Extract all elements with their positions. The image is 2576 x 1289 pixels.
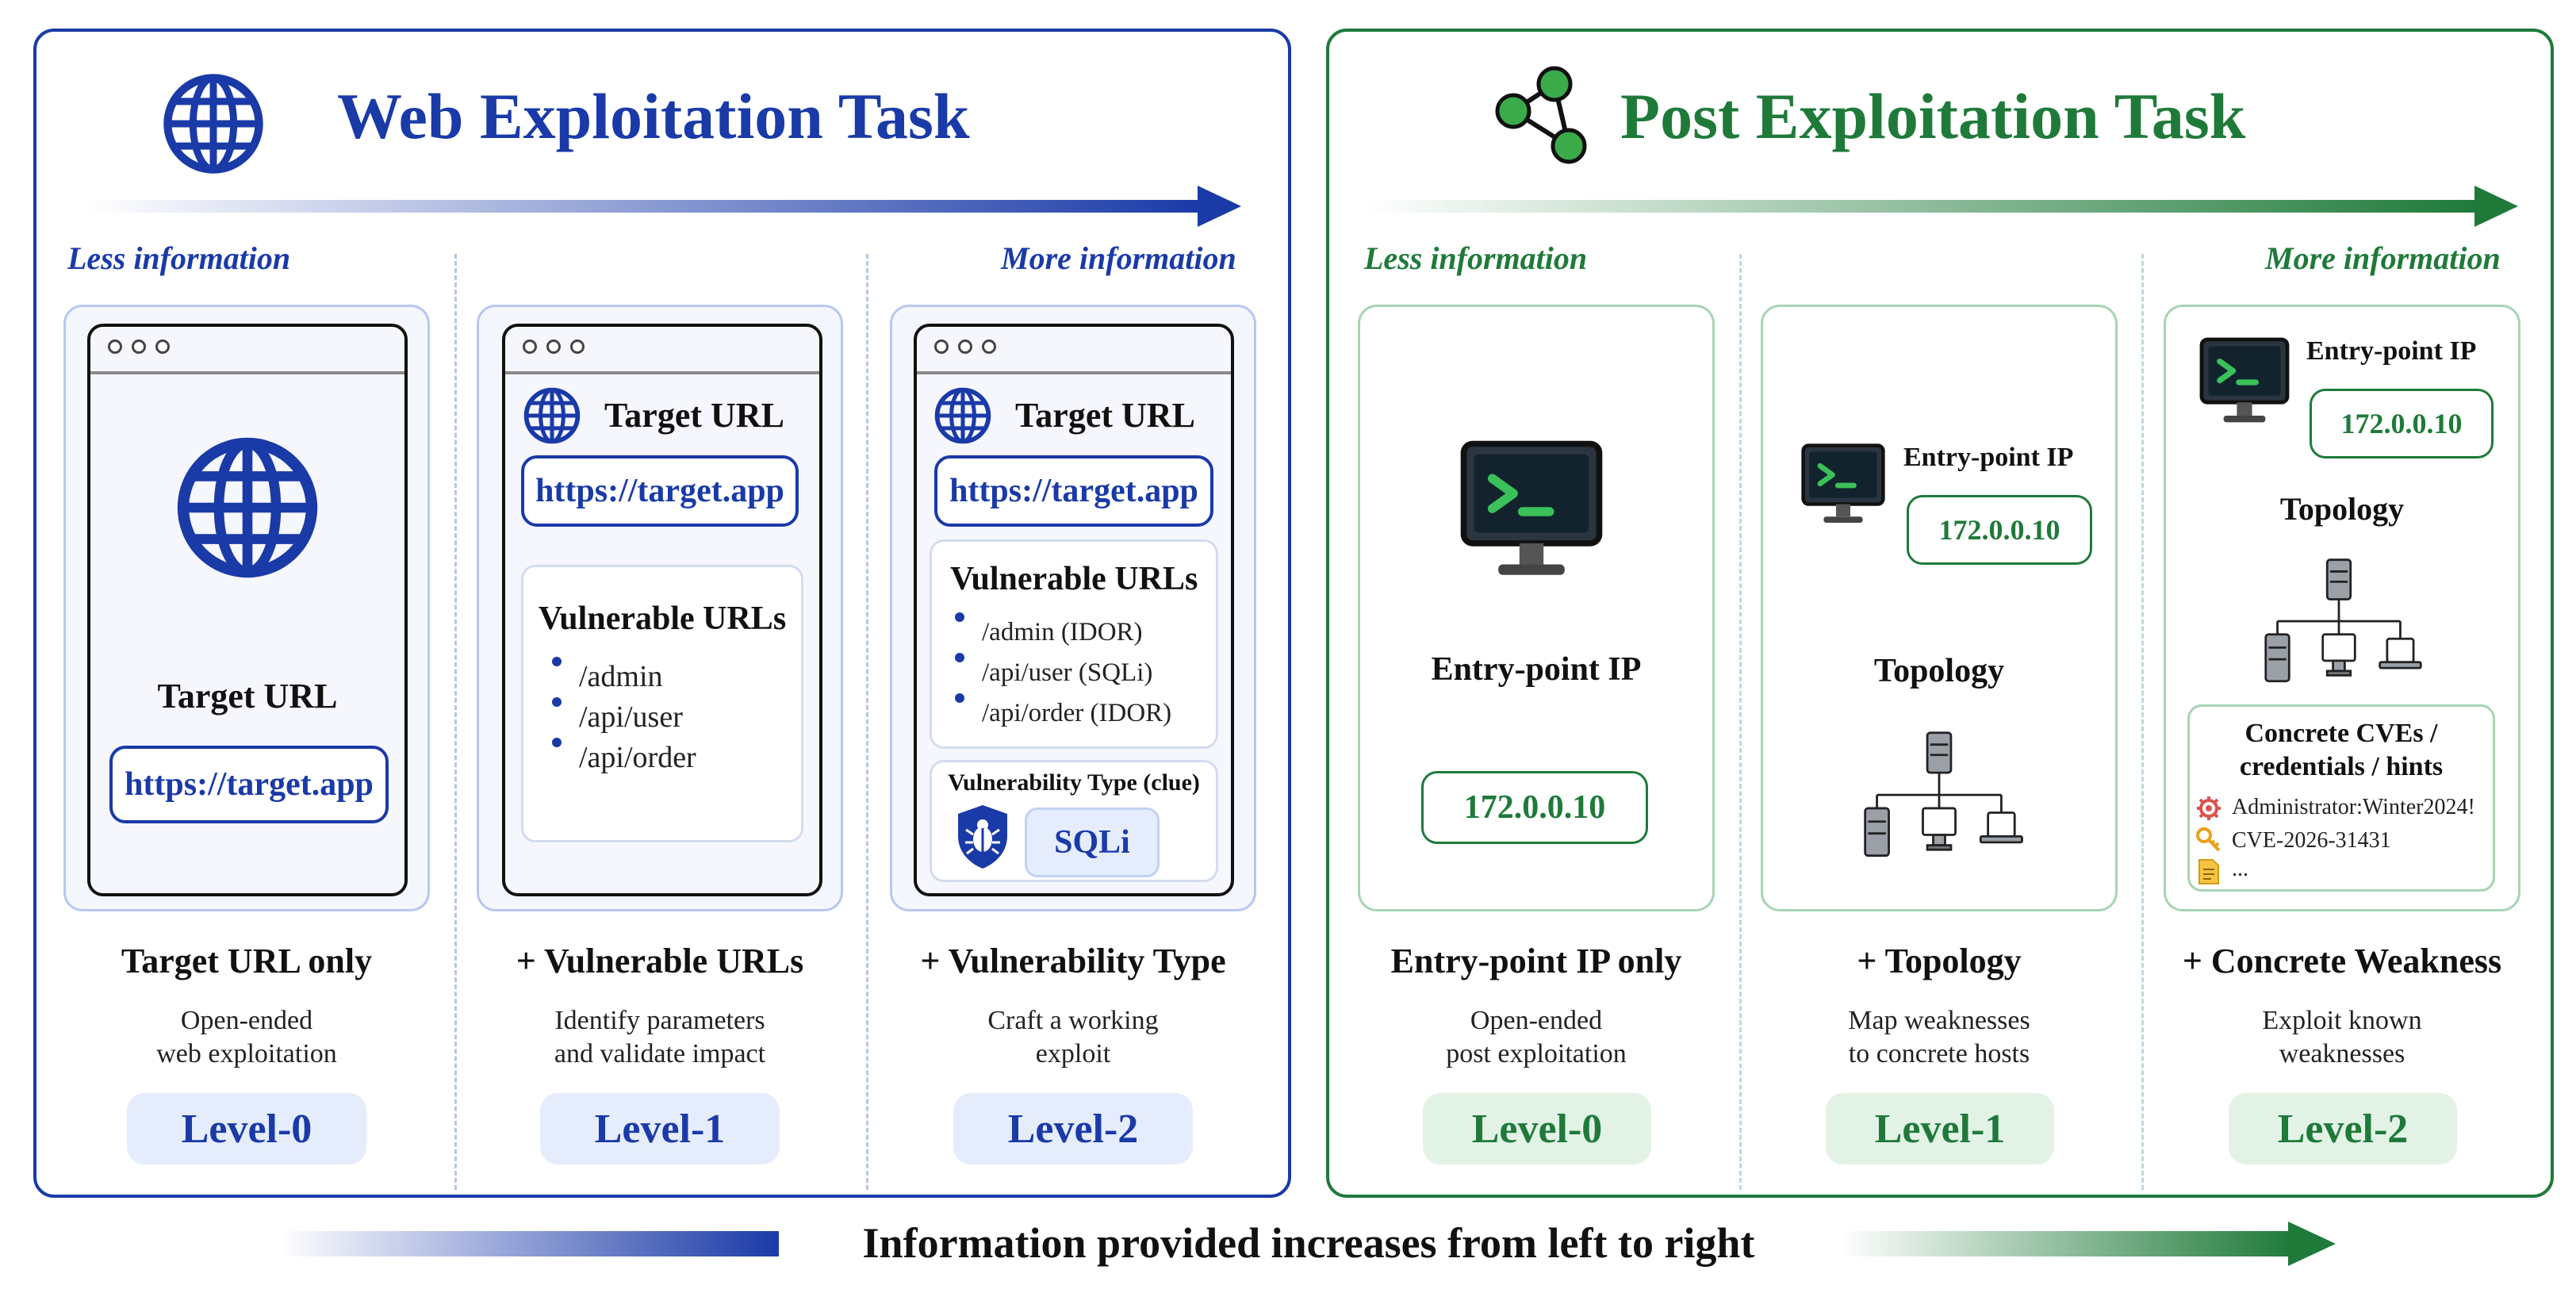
web-level-2-caption: + Vulnerability Type	[920, 942, 1226, 980]
browser-dot	[546, 340, 561, 354]
post-more-info: More information	[2265, 240, 2501, 276]
web-level-1-desc-line1: Identify parameters	[554, 1006, 765, 1035]
post-level-0-desc-line2: post exploitation	[1446, 1039, 1627, 1068]
entry-point-ip-box: 172.0.0.10	[1907, 495, 2092, 565]
post-less-info: Less information	[1364, 240, 1588, 276]
browser-dot	[934, 340, 949, 354]
globe-icon	[523, 387, 581, 444]
web-level-2-desc-line2: exploit	[1035, 1039, 1111, 1068]
vulnerable-urls-title: Vulnerable URLs	[950, 561, 1198, 597]
browser-dot	[523, 340, 537, 354]
web-level-0-badge: Level-0	[127, 1093, 366, 1164]
vulnerability-type-title: Vulnerability Type (clue)	[948, 769, 1200, 796]
web-level-1-caption: + Vulnerable URLs	[516, 942, 804, 980]
terminal-monitor-icon	[1456, 436, 1607, 587]
terminal-monitor-icon	[1799, 441, 1888, 530]
web-level-2-desc-line1: Craft a working	[987, 1006, 1159, 1035]
bug-shield-icon	[958, 805, 1007, 869]
browser-dot	[132, 340, 146, 354]
browser-dot	[982, 340, 996, 354]
footer-blue-gradient-bar	[279, 1231, 779, 1256]
hint-item: ...	[2232, 857, 2248, 881]
share-nodes-icon	[1495, 66, 1587, 164]
vulnerable-urls-list: /admin /api/user /api/order	[547, 657, 696, 778]
network-topology-icon	[1840, 730, 2038, 863]
target-url-box: https://target.app	[934, 455, 1213, 527]
network-topology-icon	[2241, 557, 2436, 689]
entry-point-ip-label: Entry-point IP	[1431, 651, 1642, 688]
web-level-0-desc-line2: web exploitation	[156, 1039, 337, 1068]
list-item: /api/user	[547, 697, 696, 738]
post-level-1-desc-line1: Map weaknesses	[1848, 1006, 2030, 1035]
footer-green-arrow	[1840, 1222, 2336, 1266]
web-progress-arrow	[87, 186, 1241, 227]
web-divider-2	[866, 254, 868, 1190]
globe-icon	[163, 73, 264, 175]
list-item: /api/order (IDOR)	[950, 693, 1171, 734]
vulnerable-urls-list: /admin (IDOR) /api/user (SQLi) /api/orde…	[950, 612, 1171, 734]
entry-point-ip-box: 172.0.0.10	[2310, 389, 2494, 458]
target-url-label: Target URL	[157, 677, 338, 715]
target-url-label: Target URL	[1015, 396, 1195, 435]
browser-dot	[108, 340, 122, 354]
topology-label: Topology	[2279, 491, 2405, 527]
post-level-0-desc-line1: Open-ended	[1470, 1006, 1603, 1035]
web-more-info: More information	[1001, 240, 1236, 276]
entry-point-ip-label: Entry-point IP	[1903, 443, 2074, 472]
browser-dot	[958, 340, 972, 354]
post-level-1-badge: Level-1	[1826, 1093, 2054, 1164]
post-progress-arrow	[1364, 186, 2518, 227]
web-level-1-badge: Level-1	[540, 1093, 780, 1164]
web-divider-1	[454, 254, 457, 1190]
footer-text: Information provided increases from left…	[862, 1219, 1755, 1267]
topology-label: Topology	[1873, 653, 2005, 689]
vulnerable-urls-title: Vulnerable URLs	[538, 600, 787, 637]
key-icon	[2196, 827, 2221, 852]
post-level-1-desc-line2: to concrete hosts	[1848, 1039, 2030, 1068]
list-item: /admin (IDOR)	[950, 612, 1171, 653]
web-less-info: Less information	[67, 240, 291, 276]
hint-item: CVE-2026-31431	[2232, 828, 2391, 853]
browser-dot	[570, 340, 585, 354]
post-level-2-desc-line1: Exploit known	[2262, 1006, 2422, 1035]
web-level-1-desc-line2: and validate impact	[554, 1039, 766, 1068]
terminal-monitor-icon	[2197, 335, 2292, 430]
web-task-title: Web Exploitation Task	[337, 80, 970, 152]
entry-point-ip-label: Entry-point IP	[2306, 336, 2477, 366]
post-divider-2	[2141, 254, 2144, 1190]
list-item: /api/user (SQLi)	[950, 653, 1171, 693]
target-url-label: Target URL	[604, 396, 784, 435]
document-icon	[2198, 859, 2219, 884]
browser-dot	[155, 340, 170, 354]
web-level-0-desc-line1: Open-ended	[180, 1006, 313, 1035]
post-task-title: Post Exploitation Task	[1620, 80, 2246, 152]
globe-icon	[934, 387, 991, 444]
hint-item: Administrator:Winter2024!	[2232, 795, 2475, 819]
entry-point-ip-box: 172.0.0.10	[1421, 771, 1648, 844]
post-level-1-caption: + Topology	[1857, 942, 2022, 980]
post-level-2-desc-line2: weaknesses	[2279, 1039, 2405, 1068]
hints-title-line2: credentials / hints	[2239, 752, 2444, 781]
target-url-box: https://target.app	[521, 455, 799, 527]
post-level-2-caption: + Concrete Weakness	[2182, 942, 2502, 980]
list-item: /admin	[547, 657, 696, 697]
hints-title-line1: Concrete CVEs /	[2244, 719, 2438, 748]
gear-icon	[2197, 796, 2221, 820]
target-url-box: https://target.app	[109, 746, 389, 823]
post-level-2-badge: Level-2	[2229, 1093, 2457, 1164]
globe-icon	[176, 436, 319, 579]
web-level-0-caption: Target URL only	[121, 942, 373, 980]
post-divider-1	[1739, 254, 1742, 1190]
vulnerability-type-badge: SQLi	[1025, 808, 1160, 877]
list-item: /api/order	[547, 738, 696, 778]
web-level-2-badge: Level-2	[953, 1093, 1193, 1164]
post-level-0-badge: Level-0	[1423, 1093, 1651, 1164]
post-level-0-caption: Entry-point IP only	[1390, 942, 1682, 980]
